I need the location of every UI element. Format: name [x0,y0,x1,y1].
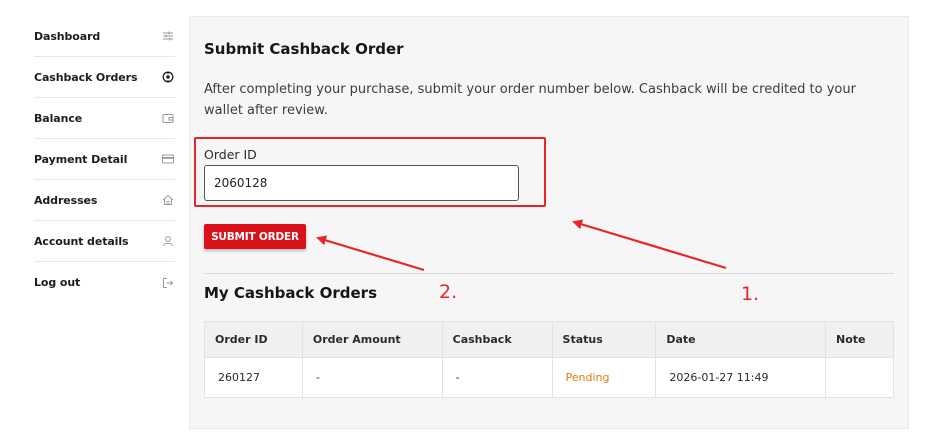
status-badge: Pending [551,357,657,398]
table-row: 260127 - - Pending 2026-01-27 11:49 [204,357,894,398]
sidebar-item-dashboard[interactable]: Dashboard [34,16,175,57]
account-sidebar: Dashboard Cashback Orders Balance Paymen… [34,16,175,303]
cell-cashback: - [441,357,553,398]
column-header-order-id: Order ID [204,321,303,358]
cell-date: 2026-01-27 11:49 [655,357,827,398]
user-icon [161,234,175,248]
table-header-row: Order ID Order Amount Cashback Status Da… [204,321,894,358]
column-header-cashback: Cashback [441,321,553,358]
sidebar-item-balance[interactable]: Balance [34,98,175,139]
column-header-note: Note [825,321,894,358]
column-header-date: Date [655,321,827,358]
sidebar-item-account-details[interactable]: Account details [34,221,175,262]
cell-order-id: 260127 [204,357,303,398]
column-header-status: Status [551,321,657,358]
page-title: Submit Cashback Order [204,40,404,58]
sidebar-item-label: Balance [34,111,83,125]
sidebar-item-label: Log out [34,276,81,289]
annotation-label-2: 2. [439,281,458,303]
home-icon [161,193,175,207]
cell-order-amount: - [301,357,443,398]
instructions-text: After completing your purchase, submit y… [204,82,856,118]
sidebar-item-label: Account details [34,234,129,248]
cashback-orders-table: Order ID Order Amount Cashback Status Da… [204,321,894,398]
sliders-icon [161,29,175,43]
column-header-order-amount: Order Amount [301,321,443,358]
sidebar-item-label: Payment Detail [34,152,128,166]
wallet-icon [161,111,175,125]
sidebar-item-payment-detail[interactable]: Payment Detail [34,139,175,180]
sidebar-item-label: Cashback Orders [34,70,138,84]
sidebar-item-log-out[interactable]: Log out [34,262,175,303]
card-icon [161,152,175,166]
sidebar-item-addresses[interactable]: Addresses [34,180,175,221]
sidebar-item-label: Dashboard [34,29,101,43]
logout-icon [161,276,175,290]
cashback-order-panel: Submit Cashback Order After completing y… [189,16,909,429]
sidebar-item-label: Addresses [34,193,98,207]
section-divider [204,273,894,274]
sidebar-item-cashback-orders[interactable]: Cashback Orders [34,57,175,98]
cell-note [825,357,894,398]
annotation-label-1: 1. [741,283,760,305]
orders-section-title: My Cashback Orders [204,284,377,302]
order-id-highlight-box [194,137,546,207]
cashback-icon [161,70,175,84]
submit-order-button[interactable]: SUBMIT ORDER [204,224,306,249]
